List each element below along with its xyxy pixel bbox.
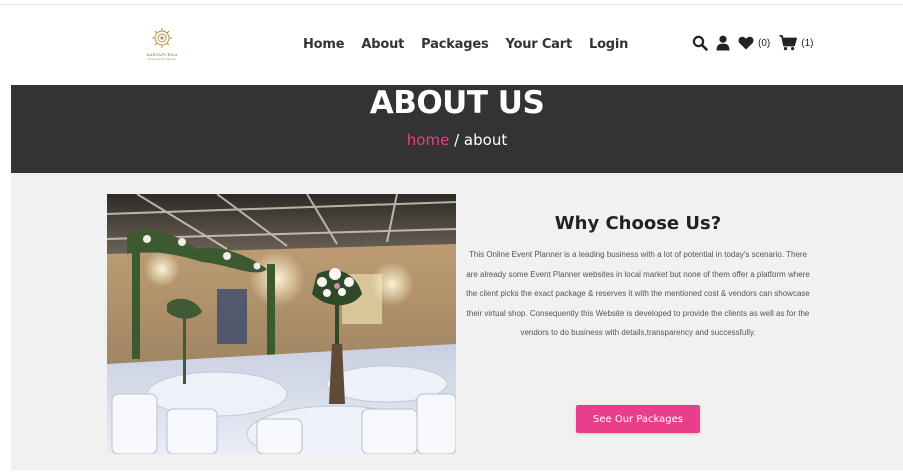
cart-icon[interactable] xyxy=(779,35,798,51)
about-section: Why Choose Us? This Online Event Planner… xyxy=(11,173,903,470)
breadcrumb: home / about xyxy=(11,131,903,149)
user-icon[interactable] xyxy=(716,35,730,51)
page-title: ABOUT US xyxy=(369,85,545,121)
wishlist-count: (0) xyxy=(758,37,771,49)
cart-count: (1) xyxy=(801,37,814,49)
nav-about-link[interactable]: About xyxy=(361,37,404,52)
page: KARYAPURNA Online Event Planner Home Abo… xyxy=(0,0,903,473)
brand-logo[interactable]: KARYAPURNA Online Event Planner xyxy=(138,25,186,65)
logo-emblem-icon xyxy=(152,28,172,48)
section-description: This Online Event Planner is a leading b… xyxy=(466,250,810,338)
main-nav: Home About Packages Your Cart Login xyxy=(303,37,628,52)
breadcrumb-current: about xyxy=(463,131,508,149)
heart-icon[interactable] xyxy=(738,36,754,50)
breadcrumb-home-link[interactable]: home xyxy=(407,131,450,149)
header-icons: (0) (1) xyxy=(692,35,818,51)
page-banner: ABOUT US home / about xyxy=(11,85,903,173)
site-header: KARYAPURNA Online Event Planner Home Abo… xyxy=(0,5,903,85)
nav-cart-link[interactable]: Your Cart xyxy=(506,37,573,52)
event-hall-photo xyxy=(107,194,456,454)
search-icon[interactable] xyxy=(692,35,708,51)
nav-login-link[interactable]: Login xyxy=(589,37,628,52)
why-choose-us: Why Choose Us? This Online Event Planner… xyxy=(465,213,811,343)
nav-packages-link[interactable]: Packages xyxy=(421,37,489,52)
breadcrumb-separator: / xyxy=(449,131,464,149)
logo-subtext: Online Event Planner xyxy=(147,57,177,61)
see-packages-button[interactable]: See Our Packages xyxy=(576,405,700,433)
nav-home-link[interactable]: Home xyxy=(303,37,345,52)
section-heading: Why Choose Us? xyxy=(554,213,722,234)
